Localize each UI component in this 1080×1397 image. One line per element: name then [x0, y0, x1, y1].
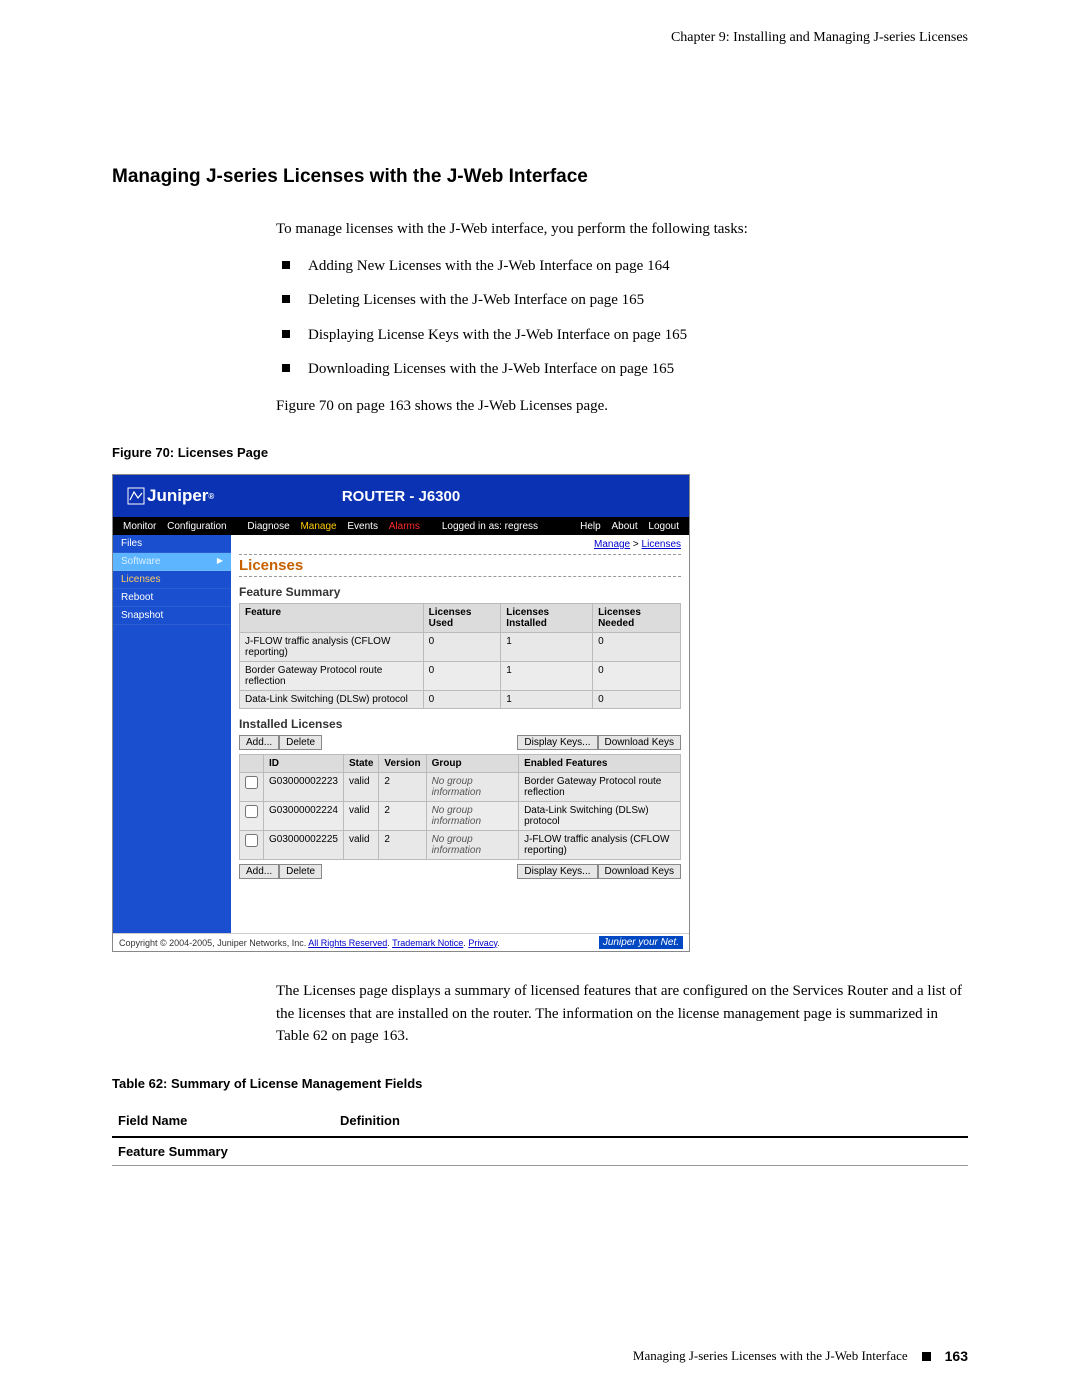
link-about[interactable]: About: [611, 521, 637, 532]
row-checkbox[interactable]: [245, 834, 258, 847]
col-version: Version: [379, 755, 426, 773]
row-checkbox[interactable]: [245, 776, 258, 789]
col-id: ID: [264, 755, 344, 773]
col-definition: Definition: [334, 1105, 968, 1137]
section-title: Managing J-series Licenses with the J-We…: [112, 166, 968, 188]
jweb-topbar: Juniper® ROUTER - J6300: [113, 475, 689, 517]
feature-summary-heading: Feature Summary: [239, 585, 681, 599]
figure-caption: Figure 70: Licenses Page: [112, 445, 968, 460]
col-state: State: [343, 755, 378, 773]
sidebar-item-reboot[interactable]: Reboot: [113, 589, 231, 607]
tab-events[interactable]: Events: [347, 521, 378, 532]
installed-licenses-table: ID State Version Group Enabled Features …: [239, 754, 681, 860]
breadcrumb-manage-link[interactable]: Manage: [594, 539, 630, 550]
figure-reference: Figure 70 on page 163 shows the J-Web Li…: [276, 395, 968, 418]
link-trademark[interactable]: Trademark Notice: [392, 938, 463, 948]
task-list: Adding New Licenses with the J-Web Inter…: [276, 255, 968, 381]
breadcrumb-licenses-link[interactable]: Licenses: [642, 539, 681, 550]
table-row: G03000002223 valid 2 No group informatio…: [240, 773, 681, 802]
breadcrumb: Manage > Licenses: [239, 539, 681, 550]
square-marker-icon: [922, 1352, 931, 1361]
chapter-header: Chapter 9: Installing and Managing J-ser…: [112, 30, 968, 46]
jweb-sidebar: Files Software Licenses Reboot Snapshot: [113, 535, 231, 933]
table-row: J-FLOW traffic analysis (CFLOW reporting…: [240, 633, 681, 662]
task-item: Displaying License Keys with the J-Web I…: [276, 324, 968, 347]
task-item: Deleting Licenses with the J-Web Interfa…: [276, 289, 968, 312]
col-field-name: Field Name: [112, 1105, 334, 1137]
jweb-page-title: Licenses: [239, 554, 681, 577]
delete-button[interactable]: Delete: [279, 864, 322, 879]
jweb-main: Manage > Licenses Licenses Feature Summa…: [231, 535, 689, 933]
col-needed: Licenses Needed: [593, 604, 681, 633]
link-privacy[interactable]: Privacy: [468, 938, 497, 948]
col-checkbox: [240, 755, 264, 773]
sidebar-item-software[interactable]: Software: [113, 553, 231, 571]
display-keys-button[interactable]: Display Keys...: [517, 864, 597, 879]
col-used: Licenses Used: [423, 604, 501, 633]
link-rights[interactable]: All Rights Reserved: [308, 938, 387, 948]
copyright-text: Copyright © 2004-2005, Juniper Networks,…: [119, 938, 308, 948]
slogan: Juniper your Net.: [599, 936, 683, 949]
feature-summary-table: Feature Licenses Used Licenses Installed…: [239, 603, 681, 709]
jweb-footer: Copyright © 2004-2005, Juniper Networks,…: [113, 933, 689, 951]
download-keys-button[interactable]: Download Keys: [598, 864, 681, 879]
table-row: Border Gateway Protocol route reflection…: [240, 662, 681, 691]
page-number: 163: [945, 1348, 968, 1364]
col-enabled-features: Enabled Features: [519, 755, 681, 773]
add-button[interactable]: Add...: [239, 735, 279, 750]
col-installed: Licenses Installed: [501, 604, 593, 633]
delete-button[interactable]: Delete: [279, 735, 322, 750]
tab-manage[interactable]: Manage: [300, 521, 336, 532]
task-item: Adding New Licenses with the J-Web Inter…: [276, 255, 968, 278]
jweb-screenshot: Juniper® ROUTER - J6300 Monitor Configur…: [112, 474, 690, 952]
col-group: Group: [426, 755, 519, 773]
col-feature: Feature: [240, 604, 424, 633]
juniper-logo: Juniper®: [127, 486, 214, 506]
sidebar-item-files[interactable]: Files: [113, 535, 231, 553]
add-button[interactable]: Add...: [239, 864, 279, 879]
sidebar-item-licenses[interactable]: Licenses: [113, 571, 231, 589]
display-keys-button[interactable]: Display Keys...: [517, 735, 597, 750]
sidebar-item-snapshot[interactable]: Snapshot: [113, 607, 231, 625]
router-title: ROUTER - J6300: [342, 488, 460, 505]
fields-table: Field Name Definition Feature Summary: [112, 1105, 968, 1166]
page-footer-text: Managing J-series Licenses with the J-We…: [633, 1348, 908, 1364]
row-checkbox[interactable]: [245, 805, 258, 818]
table-row: Data-Link Switching (DLSw) protocol 0 1 …: [240, 691, 681, 709]
after-figure-paragraph: The Licenses page displays a summary of …: [276, 980, 968, 1048]
link-help[interactable]: Help: [580, 521, 601, 532]
table-row: Feature Summary: [112, 1137, 968, 1166]
tab-monitor[interactable]: Monitor: [123, 521, 156, 532]
link-logout[interactable]: Logout: [648, 521, 679, 532]
jweb-menubar: Monitor Configuration Diagnose Manage Ev…: [113, 517, 689, 535]
intro-paragraph: To manage licenses with the J-Web interf…: [276, 218, 968, 241]
tab-configuration[interactable]: Configuration: [167, 521, 226, 532]
table-row: G03000002224 valid 2 No group informatio…: [240, 802, 681, 831]
task-item: Downloading Licenses with the J-Web Inte…: [276, 358, 968, 381]
download-keys-button[interactable]: Download Keys: [598, 735, 681, 750]
table-caption: Table 62: Summary of License Management …: [112, 1076, 968, 1091]
logged-in-label: Logged in as: regress: [442, 521, 538, 532]
tab-alarms[interactable]: Alarms: [389, 521, 420, 532]
page-footer: Managing J-series Licenses with the J-We…: [633, 1348, 968, 1364]
installed-licenses-heading: Installed Licenses: [239, 717, 681, 731]
table-row: G03000002225 valid 2 No group informatio…: [240, 831, 681, 860]
tab-diagnose[interactable]: Diagnose: [247, 521, 289, 532]
